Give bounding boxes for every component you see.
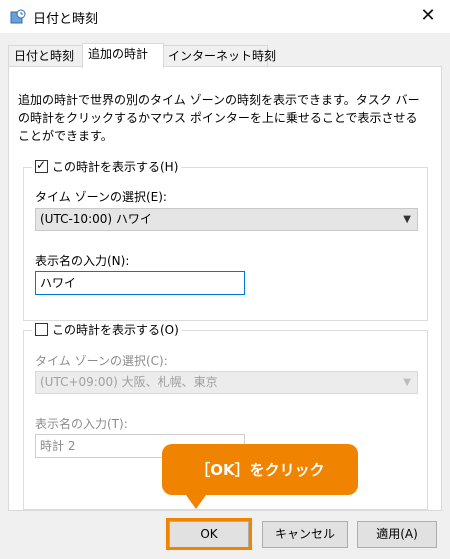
clock1-timezone-label: タイム ゾーンの選択(E): xyxy=(35,190,167,204)
ok-button-highlight xyxy=(166,518,252,550)
clock2-timezone-select[interactable]: (UTC+09:00) 大阪、札幌、東京 ▼ xyxy=(35,371,418,394)
clock-app-icon xyxy=(10,9,26,24)
title-bar: 日付と時刻 ✕ xyxy=(0,0,450,33)
clock2-legend[interactable]: この時計を表示する(O) xyxy=(32,321,182,338)
cancel-button[interactable]: キャンセル xyxy=(262,521,348,548)
clock2-timezone-label: タイム ゾーンの選択(C): xyxy=(35,354,168,368)
tab-additional-clocks[interactable]: 追加の時計 xyxy=(82,43,164,68)
tab-date-time[interactable]: 日付と時刻 xyxy=(8,45,84,66)
clock1-name-label: 表示名の入力(N): xyxy=(35,254,130,268)
window-title: 日付と時刻 xyxy=(33,12,99,27)
clock1-checkbox[interactable] xyxy=(35,158,48,173)
clock2-name-label: 表示名の入力(T): xyxy=(35,417,128,431)
close-icon[interactable]: ✕ xyxy=(418,6,438,26)
dialog-body: 日付と時刻 追加の時計 インターネット時刻 追加の時計で世界の別のタイム ゾーン… xyxy=(0,33,450,559)
tab-internet-time[interactable]: インターネット時刻 xyxy=(162,45,276,66)
chevron-down-icon: ▼ xyxy=(403,214,411,225)
clock1-timezone-value: (UTC-10:00) ハワイ xyxy=(40,212,152,226)
clock2-timezone-value: (UTC+09:00) 大阪、札幌、東京 xyxy=(40,375,218,389)
clock1-legend[interactable]: この時計を表示する(H) xyxy=(32,158,182,175)
apply-button[interactable]: 適用(A) xyxy=(357,521,437,548)
ok-callout: ［OK］をクリック xyxy=(162,444,358,509)
clock2-checkbox[interactable] xyxy=(35,323,48,336)
description-text: 追加の時計で世界の別のタイム ゾーンの時刻を表示できます。タスク バーの時計をク… xyxy=(18,93,420,143)
clock2-checkbox-label[interactable]: この時計を表示する(O) xyxy=(52,321,179,338)
clock1-checkbox-label[interactable]: この時計を表示する(H) xyxy=(52,158,178,175)
clock1-group: この時計を表示する(H) タイム ゾーンの選択(E): (UTC-10:00) … xyxy=(23,158,428,321)
clock1-timezone-select[interactable]: (UTC-10:00) ハワイ ▼ xyxy=(35,208,418,231)
clock1-name-input[interactable]: ハワイ xyxy=(35,271,245,295)
chevron-down-icon: ▼ xyxy=(403,377,411,388)
